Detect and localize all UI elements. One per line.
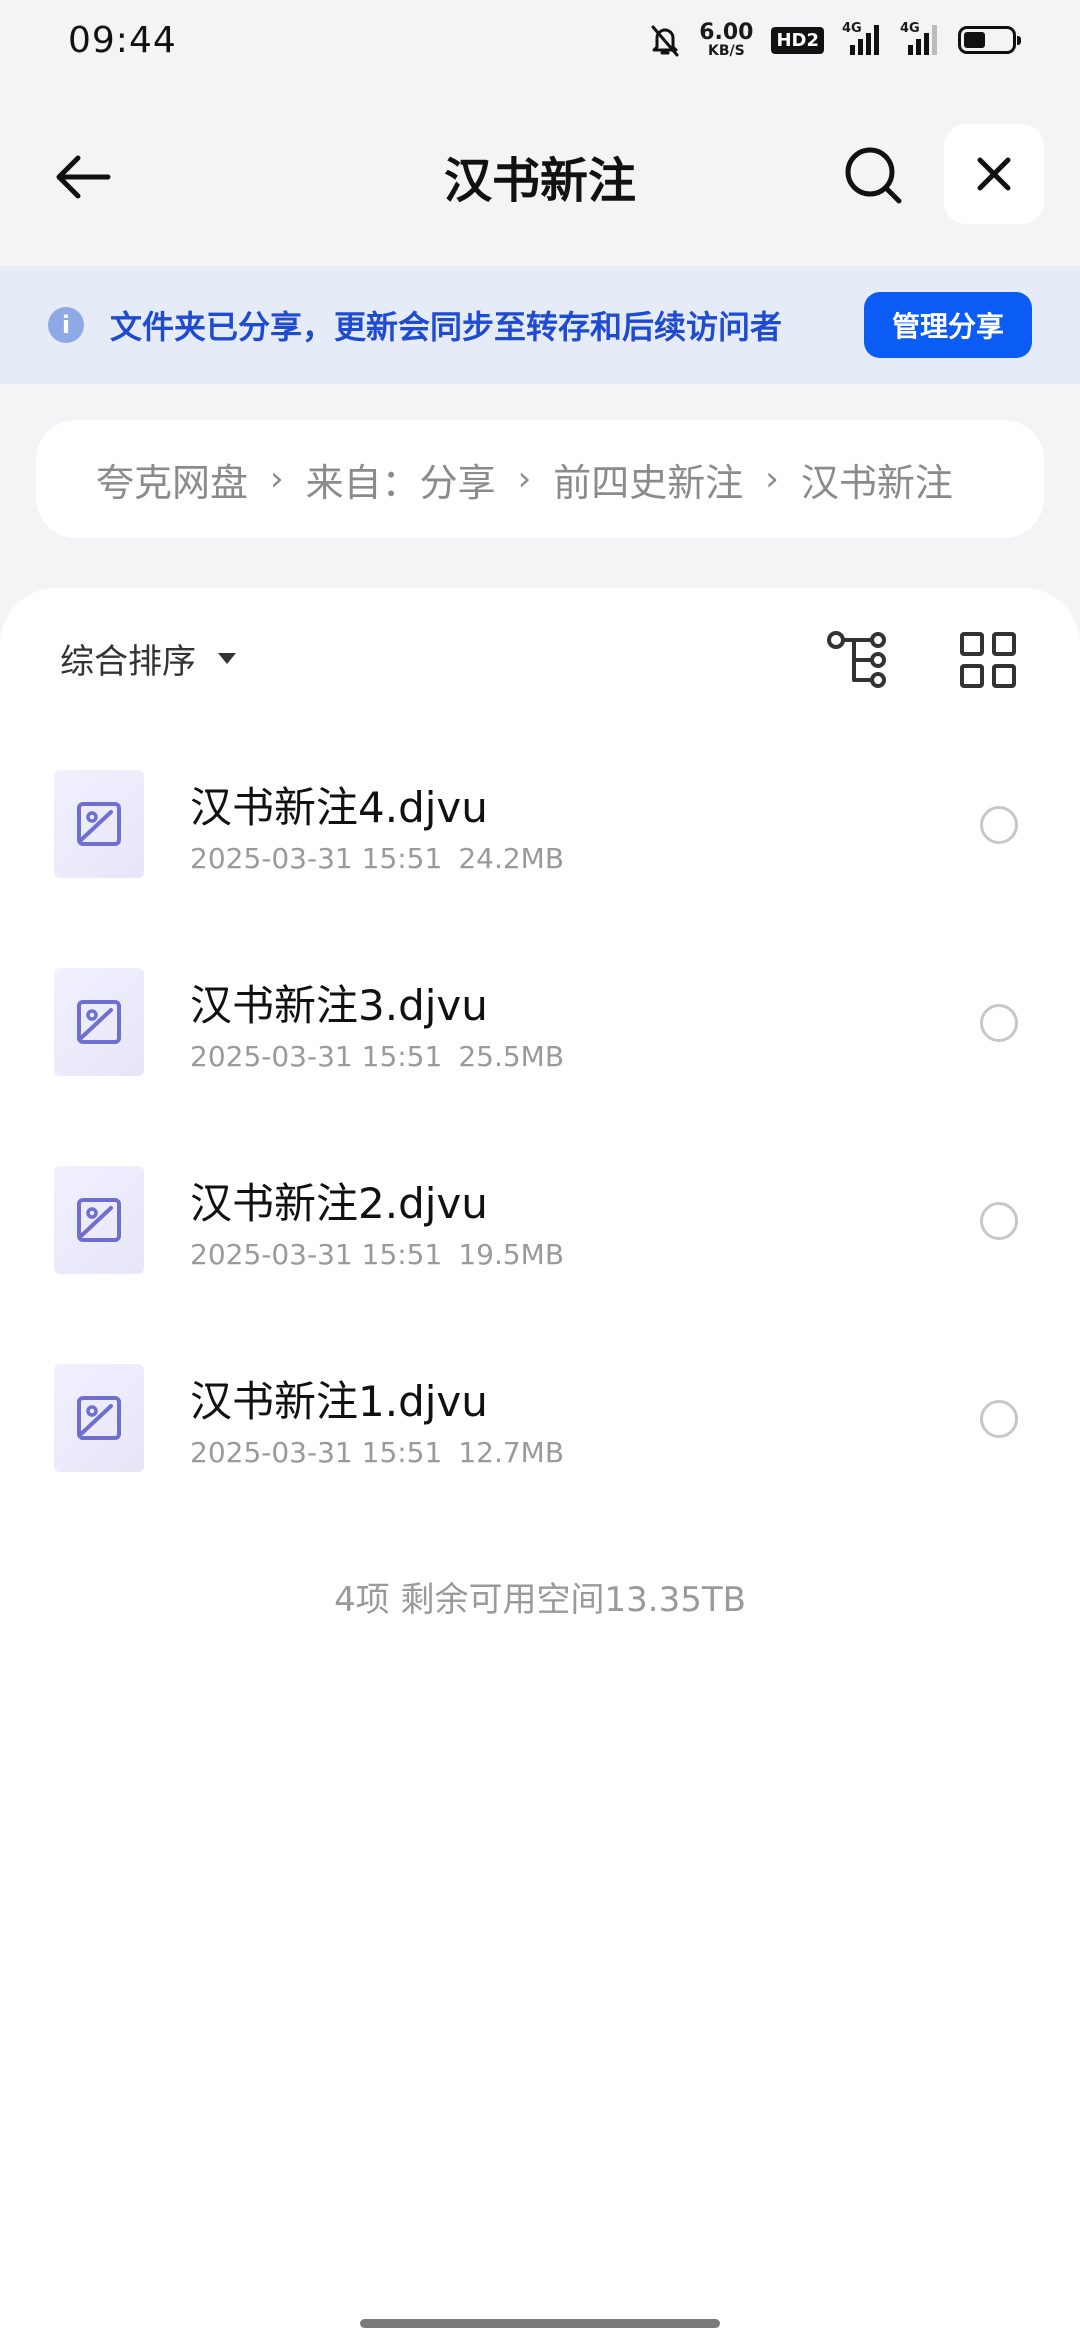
battery-icon [958,26,1021,54]
search-icon [845,147,902,204]
file-meta: 2025-03-31 15:51 24.2MB [190,842,564,875]
file-row[interactable]: 汉书新注2.djvu 2025-03-31 15:51 19.5MB [0,1114,1080,1312]
sort-button[interactable]: 综合排序 [60,634,236,683]
net-speed-value: 6.00 [699,20,754,45]
chevron-right-icon: › [517,459,532,499]
tree-icon [827,631,886,688]
breadcrumb-item-folder[interactable]: 前四史新注 [553,452,743,507]
breadcrumb-item-current[interactable]: 汉书新注 [801,452,953,507]
sort-label: 综合排序 [60,642,196,682]
list-toolbar: 综合排序 [0,588,1080,718]
file-meta: 2025-03-31 15:51 25.5MB [190,1040,564,1073]
page-title: 汉书新注 [443,153,636,209]
close-button[interactable] [944,124,1044,224]
file-date: 2025-03-31 15:51 [190,1238,443,1271]
file-name: 汉书新注3.djvu [190,981,488,1030]
file-thumbnail [54,1364,144,1472]
signal-icon: 4G [900,21,940,55]
manage-share-button[interactable]: 管理分享 [864,292,1032,358]
net-speed: 6.00 KB/S [699,20,754,59]
signal-label: 4G [842,21,862,36]
file-size: 24.2MB [458,842,565,875]
file-name: 汉书新注2.djvu [190,1179,488,1228]
bell-off-icon [651,25,679,57]
file-row[interactable]: 汉书新注4.djvu 2025-03-31 15:51 24.2MB [0,718,1080,916]
file-size: 12.7MB [458,1436,565,1469]
status-bar: 09:44 6.00 KB/S HD2 4G 4G [0,0,1080,80]
status-time: 09:44 [68,19,177,61]
file-date: 2025-03-31 15:51 [190,1436,443,1469]
file-name: 汉书新注4.djvu [190,783,488,832]
status-icons: 6.00 KB/S HD2 4G 4G [649,20,1021,59]
image-file-icon [77,802,121,846]
file-thumbnail [54,968,144,1076]
chevron-right-icon: › [270,459,284,499]
battery-fill [964,32,985,48]
file-meta: 2025-03-31 15:51 19.5MB [190,1238,564,1271]
arrow-left-icon [56,155,111,199]
file-meta: 2025-03-31 15:51 12.7MB [190,1436,564,1469]
select-radio[interactable] [980,1004,1018,1042]
breadcrumb: 夸克网盘 › 来自：分享 › 前四史新注 › 汉书新注 [36,420,1044,538]
select-radio[interactable] [980,806,1018,844]
file-thumbnail [54,770,144,878]
hd-icon: HD2 [771,26,824,54]
caret-down-icon [218,653,236,664]
image-file-icon [77,1000,121,1044]
file-date: 2025-03-31 15:51 [190,842,443,875]
signal-icon: 4G [842,21,882,55]
file-size: 19.5MB [458,1238,565,1271]
file-date: 2025-03-31 15:51 [190,1040,443,1073]
select-radio[interactable] [980,1400,1018,1438]
close-icon [977,157,1011,191]
file-size: 25.5MB [458,1040,565,1073]
header: 汉书新注 [0,118,1080,234]
breadcrumb-item-share[interactable]: 来自：分享 [306,452,496,507]
tree-view-button[interactable] [826,630,892,690]
image-file-icon [77,1396,121,1440]
info-icon: i [48,307,84,343]
back-button[interactable] [48,142,118,212]
banner-text: 文件夹已分享，更新会同步至转存和后续访问者 [110,308,783,346]
storage-summary: 4项 剩余可用空间13.35TB [334,1580,746,1620]
file-row[interactable]: 汉书新注3.djvu 2025-03-31 15:51 25.5MB [0,916,1080,1114]
signal-label: 4G [900,21,920,36]
grid-icon [960,632,1016,688]
home-indicator[interactable] [360,2319,720,2328]
file-panel: 综合排序 汉书新注4.djvu 2025-03-31 15:51 24.2MB … [0,588,1080,2340]
breadcrumb-fade [964,420,1044,538]
chevron-right-icon: › [765,459,779,499]
breadcrumb-item-root[interactable]: 夸克网盘 [96,452,248,507]
grid-view-button[interactable] [958,630,1018,690]
select-radio[interactable] [980,1202,1018,1240]
net-speed-unit: KB/S [707,43,745,59]
search-button[interactable] [838,140,908,210]
file-row[interactable]: 汉书新注1.djvu 2025-03-31 15:51 12.7MB [0,1312,1080,1510]
file-thumbnail [54,1166,144,1274]
file-name: 汉书新注1.djvu [190,1377,488,1426]
share-banner: i 文件夹已分享，更新会同步至转存和后续访问者 管理分享 [0,266,1080,384]
file-list: 汉书新注4.djvu 2025-03-31 15:51 24.2MB 汉书新注3.… [0,718,1080,1510]
image-file-icon [77,1198,121,1242]
